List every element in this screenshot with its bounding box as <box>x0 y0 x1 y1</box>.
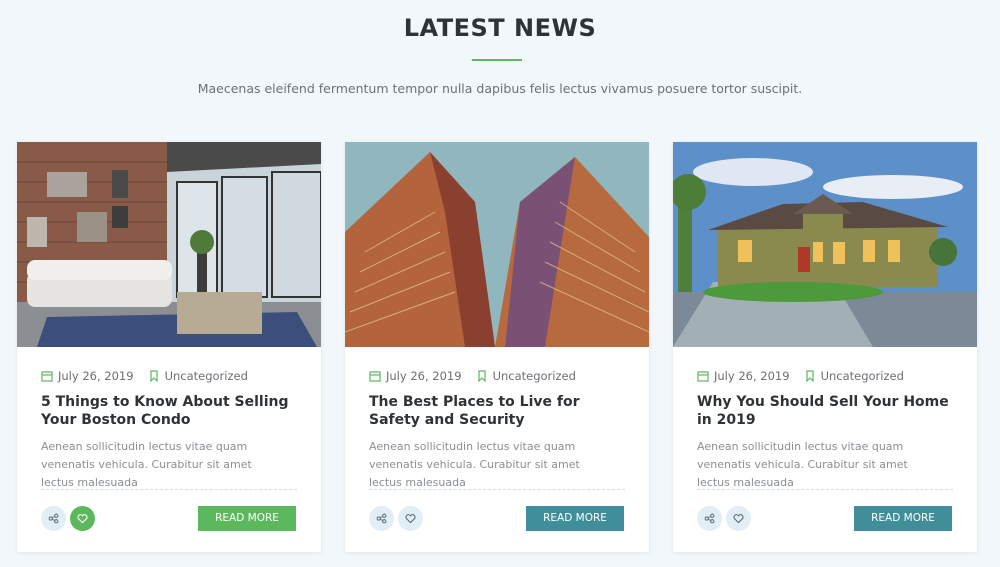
news-card-2: July 26, 2019 Uncategorized The Best Pla… <box>345 142 649 552</box>
calendar-icon <box>697 370 709 382</box>
like-button[interactable] <box>70 506 95 531</box>
post-title[interactable]: 5 Things to Know About Selling Your Bost… <box>41 393 301 429</box>
read-more-button[interactable]: READ MORE <box>854 506 952 531</box>
card-divider <box>41 489 297 490</box>
post-date: July 26, 2019 <box>58 369 134 383</box>
post-excerpt: Aenean sollicitudin lectus vitae quam ve… <box>697 440 908 489</box>
title-underline <box>472 59 522 61</box>
post-image-towers[interactable] <box>345 142 649 347</box>
calendar-icon <box>369 370 381 382</box>
post-meta: July 26, 2019 Uncategorized <box>697 368 904 384</box>
post-category[interactable]: Uncategorized <box>493 369 576 383</box>
post-meta: July 26, 2019 Uncategorized <box>369 368 576 384</box>
bookmark-icon <box>476 370 488 383</box>
section-subtitle: Maecenas eleifend fermentum tempor nulla… <box>197 81 803 96</box>
like-button[interactable] <box>398 506 423 531</box>
post-title[interactable]: The Best Places to Live for Safety and S… <box>369 393 629 429</box>
read-more-button[interactable]: READ MORE <box>198 506 296 531</box>
post-date: July 26, 2019 <box>386 369 462 383</box>
news-card-1: July 26, 2019 Uncategorized 5 Things to … <box>17 142 321 552</box>
share-button[interactable] <box>369 506 394 531</box>
post-category[interactable]: Uncategorized <box>821 369 904 383</box>
post-category[interactable]: Uncategorized <box>165 369 248 383</box>
card-divider <box>697 489 953 490</box>
heart-icon <box>405 514 416 524</box>
heart-icon <box>77 514 88 524</box>
post-meta: July 26, 2019 Uncategorized <box>41 368 248 384</box>
post-date: July 26, 2019 <box>714 369 790 383</box>
post-title[interactable]: Why You Should Sell Your Home in 2019 <box>697 393 957 429</box>
post-image-living-room[interactable] <box>17 142 321 347</box>
bookmark-icon <box>804 370 816 383</box>
share-icon <box>376 513 387 524</box>
calendar-icon <box>41 370 53 382</box>
heart-icon <box>733 514 744 524</box>
news-card-3: July 26, 2019 Uncategorized Why You Shou… <box>673 142 977 552</box>
card-divider <box>369 489 625 490</box>
read-more-button[interactable]: READ MORE <box>526 506 624 531</box>
share-button[interactable] <box>697 506 722 531</box>
share-icon <box>704 513 715 524</box>
post-excerpt: Aenean sollicitudin lectus vitae quam ve… <box>41 440 252 489</box>
post-image-house[interactable] <box>673 142 977 347</box>
bookmark-icon <box>148 370 160 383</box>
post-excerpt: Aenean sollicitudin lectus vitae quam ve… <box>369 440 580 489</box>
section-title: LATEST NEWS <box>403 14 597 42</box>
share-icon <box>48 513 59 524</box>
like-button[interactable] <box>726 506 751 531</box>
share-button[interactable] <box>41 506 66 531</box>
